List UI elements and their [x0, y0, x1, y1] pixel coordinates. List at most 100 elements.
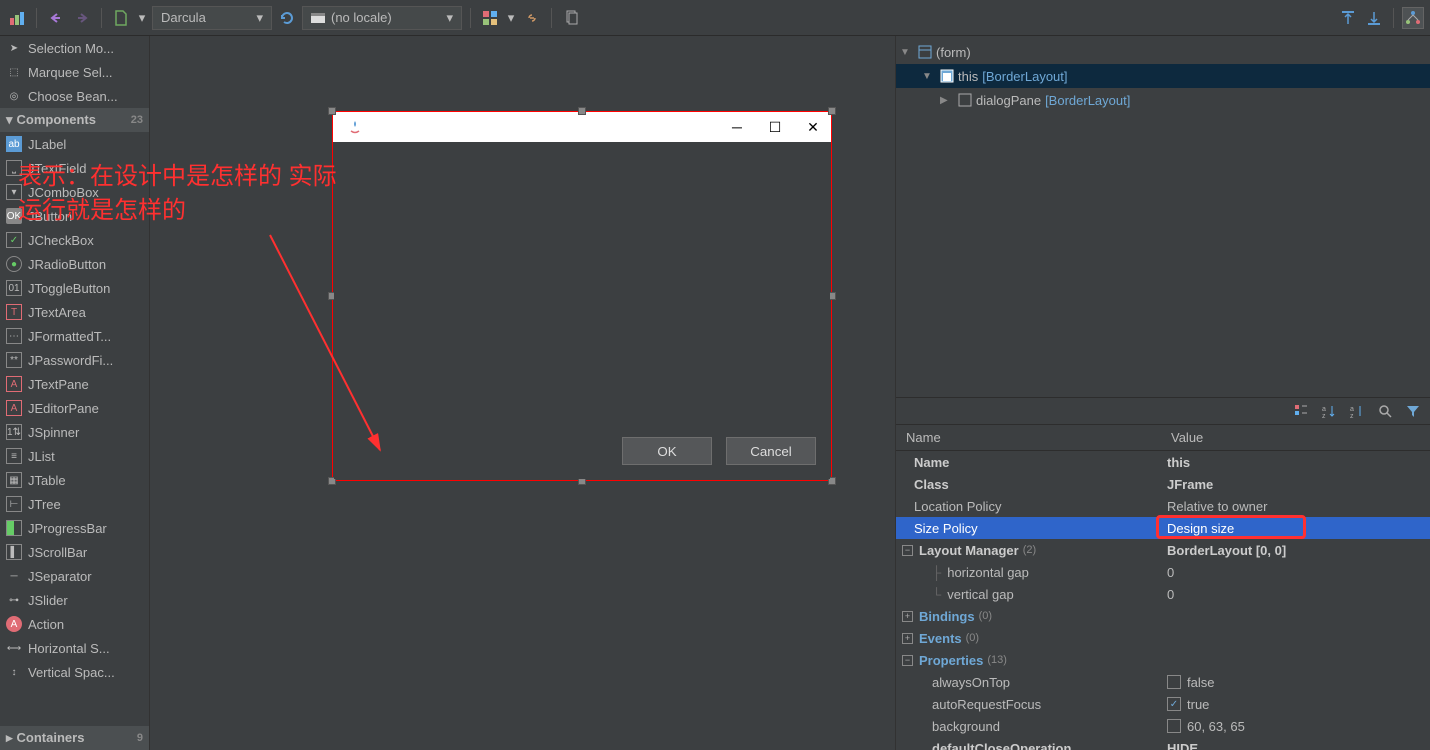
separator-icon: ─	[6, 568, 22, 584]
prop-row-bindings[interactable]: +Bindings (0)	[896, 605, 1430, 627]
link-icon[interactable]	[521, 7, 543, 29]
prop-row-layout-manager[interactable]: −Layout Manager (2)BorderLayout [0, 0]	[896, 539, 1430, 561]
progress-icon	[6, 520, 22, 536]
palette-jtogglebutton[interactable]: 01JToggleButton	[0, 276, 149, 300]
palette-jtextarea[interactable]: TJTextArea	[0, 300, 149, 324]
prop-row-background[interactable]: background60, 63, 65	[896, 715, 1430, 737]
palette-hstrut[interactable]: ⟷Horizontal S...	[0, 636, 149, 660]
undo-button[interactable]	[45, 7, 67, 29]
palette-jtextpane[interactable]: AJTextPane	[0, 372, 149, 396]
color-swatch[interactable]	[1167, 719, 1181, 733]
search-icon[interactable]	[1374, 400, 1396, 422]
expand-icon[interactable]: +	[902, 611, 913, 622]
components-count: 23	[131, 114, 143, 126]
palette-dropdown-icon[interactable]: ▾	[505, 7, 517, 29]
resize-handle-nw[interactable]	[328, 107, 336, 115]
file-icon[interactable]	[110, 7, 132, 29]
copy-icon[interactable]	[560, 7, 582, 29]
expand-icon: ▼	[922, 71, 936, 82]
components-header[interactable]: ▾Components 23	[0, 108, 149, 132]
col-value: Value	[1161, 430, 1430, 445]
java-icon	[343, 119, 363, 135]
marquee-icon: ⬚	[6, 64, 22, 80]
resize-handle-ne[interactable]	[828, 107, 836, 115]
marquee-selection[interactable]: ⬚Marquee Sel...	[0, 60, 149, 84]
properties-table: Name Value Namethis ClassJFrame Location…	[896, 425, 1430, 750]
tree-label: (form)	[936, 45, 971, 60]
palette-jradiobutton[interactable]: ●JRadioButton	[0, 252, 149, 276]
prop-row-vgap[interactable]: └vertical gap0	[896, 583, 1430, 605]
form-icon	[918, 45, 932, 59]
palette-jlist[interactable]: ≡JList	[0, 444, 149, 468]
prop-row-alwaysontop[interactable]: alwaysOnTopfalse	[896, 671, 1430, 693]
highlight-box	[1156, 515, 1306, 539]
palette-jseparator[interactable]: ─JSeparator	[0, 564, 149, 588]
refresh-button[interactable]	[276, 7, 298, 29]
checkbox-icon[interactable]	[1167, 675, 1181, 689]
palette-icon[interactable]	[479, 7, 501, 29]
component-palette: ➤Selection Mo... ⬚Marquee Sel... ◎Choose…	[0, 36, 150, 750]
palette-action[interactable]: AAction	[0, 612, 149, 636]
palette-jscrollbar[interactable]: ▌JScrollBar	[0, 540, 149, 564]
choose-bean[interactable]: ◎Choose Bean...	[0, 84, 149, 108]
tree-row-form[interactable]: ▼ (form)	[896, 40, 1430, 64]
tree-label: dialogPane	[976, 93, 1041, 108]
sort-alpha-down-icon[interactable]: az	[1318, 400, 1340, 422]
close-button[interactable]: ✕	[805, 119, 821, 135]
palette-jtable[interactable]: ▦JTable	[0, 468, 149, 492]
prop-row-autorequestfocus[interactable]: autoRequestFocus✓true	[896, 693, 1430, 715]
editorpane-icon: A	[6, 400, 22, 416]
password-icon: **	[6, 352, 22, 368]
align-top-icon[interactable]	[1337, 7, 1359, 29]
palette-jcheckbox[interactable]: ✓JCheckBox	[0, 228, 149, 252]
palette-jtree[interactable]: ⊢JTree	[0, 492, 149, 516]
palette-jspinner[interactable]: 1⇅JSpinner	[0, 420, 149, 444]
annotation-arrow	[260, 225, 420, 465]
resize-handle-n[interactable]	[578, 107, 586, 115]
theme-dropdown[interactable]: Darcula ▾	[152, 6, 272, 30]
palette-jeditorpane[interactable]: AJEditorPane	[0, 396, 149, 420]
tree-label: this	[958, 69, 978, 84]
tree-row-this[interactable]: ▼ this [BorderLayout]	[896, 64, 1430, 88]
textarea-icon: T	[6, 304, 22, 320]
cancel-button[interactable]: Cancel	[726, 437, 816, 465]
palette-jprogressbar[interactable]: JProgressBar	[0, 516, 149, 540]
checkbox-icon[interactable]: ✓	[1167, 697, 1181, 711]
tree-layout: [BorderLayout]	[982, 69, 1067, 84]
ok-button[interactable]: OK	[622, 437, 712, 465]
prop-row-hgap[interactable]: ├horizontal gap0	[896, 561, 1430, 583]
palette-vstrut[interactable]: ↕Vertical Spac...	[0, 660, 149, 684]
align-bottom-icon[interactable]	[1363, 7, 1385, 29]
palette-jpasswordfield[interactable]: **JPasswordFi...	[0, 348, 149, 372]
file-dropdown-icon[interactable]: ▾	[136, 7, 148, 29]
locale-dropdown[interactable]: (no locale) ▾	[302, 6, 462, 30]
containers-header[interactable]: ▸Containers 9	[0, 726, 149, 750]
hierarchy-icon[interactable]	[1402, 7, 1424, 29]
checkbox-icon: ✓	[6, 232, 22, 248]
filter-icon[interactable]	[1402, 400, 1424, 422]
tree-row-dialogpane[interactable]: ▶ dialogPane [BorderLayout]	[896, 88, 1430, 112]
selection-mode[interactable]: ➤Selection Mo...	[0, 36, 149, 60]
collapse-icon[interactable]: −	[902, 655, 913, 666]
collapse-icon[interactable]: −	[902, 545, 913, 556]
redo-button[interactable]	[71, 7, 93, 29]
prop-row-events[interactable]: +Events (0)	[896, 627, 1430, 649]
prop-row-properties[interactable]: −Properties (13)	[896, 649, 1430, 671]
col-name: Name	[896, 430, 1161, 445]
radio-icon: ●	[6, 256, 22, 272]
prop-row-class[interactable]: ClassJFrame	[896, 473, 1430, 495]
palette-jslider[interactable]: ⊶JSlider	[0, 588, 149, 612]
palette-jformattedtextfield[interactable]: ⋯JFormattedT...	[0, 324, 149, 348]
minimize-button[interactable]: ─	[729, 119, 745, 135]
maximize-button[interactable]: ☐	[767, 119, 783, 135]
palette-jlabel[interactable]: abJLabel	[0, 132, 149, 156]
sort-alpha-icon[interactable]: az	[1346, 400, 1368, 422]
containers-count: 9	[137, 732, 143, 744]
sort-category-icon[interactable]	[1290, 400, 1312, 422]
expand-icon[interactable]: +	[902, 633, 913, 644]
prop-row-defaultcloseoperation[interactable]: defaultCloseOperationHIDE	[896, 737, 1430, 750]
bean-icon: ◎	[6, 88, 22, 104]
prop-row-name[interactable]: Namethis	[896, 451, 1430, 473]
prop-row-location-policy[interactable]: Location PolicyRelative to owner	[896, 495, 1430, 517]
theme-value: Darcula	[161, 10, 206, 25]
